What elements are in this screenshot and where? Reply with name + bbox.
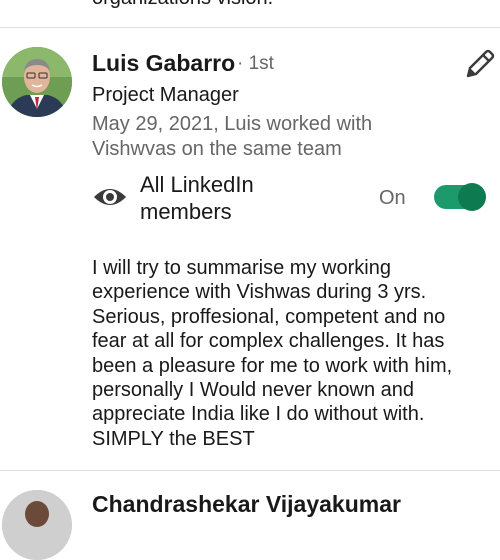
recommender-title: Project Manager xyxy=(92,84,239,106)
recommendation-text: I will try to summarise my working exper… xyxy=(92,257,453,450)
pencil-icon[interactable] xyxy=(462,48,496,82)
toggle-knob xyxy=(458,183,486,211)
avatar[interactable] xyxy=(2,47,72,117)
previous-recommendation-text: organizations vision. xyxy=(92,0,273,10)
avatar-photo xyxy=(2,490,72,560)
divider xyxy=(0,27,500,28)
avatar-photo xyxy=(2,47,72,117)
avatar[interactable] xyxy=(2,490,72,560)
eye-icon xyxy=(92,184,128,210)
visibility-toggle[interactable] xyxy=(434,183,486,211)
connection-degree: · 1st xyxy=(237,53,274,74)
visibility-label: All LinkedIn members xyxy=(140,172,254,224)
relationship-text: May 29, 2021, Luis worked with Vishwvas … xyxy=(92,113,373,160)
divider xyxy=(0,470,500,471)
recommender-name[interactable]: Luis Gabarro xyxy=(92,50,235,77)
toggle-state-label: On xyxy=(379,187,406,209)
next-recommender-name[interactable]: Chandrashekar Vijayakumar xyxy=(92,491,401,518)
